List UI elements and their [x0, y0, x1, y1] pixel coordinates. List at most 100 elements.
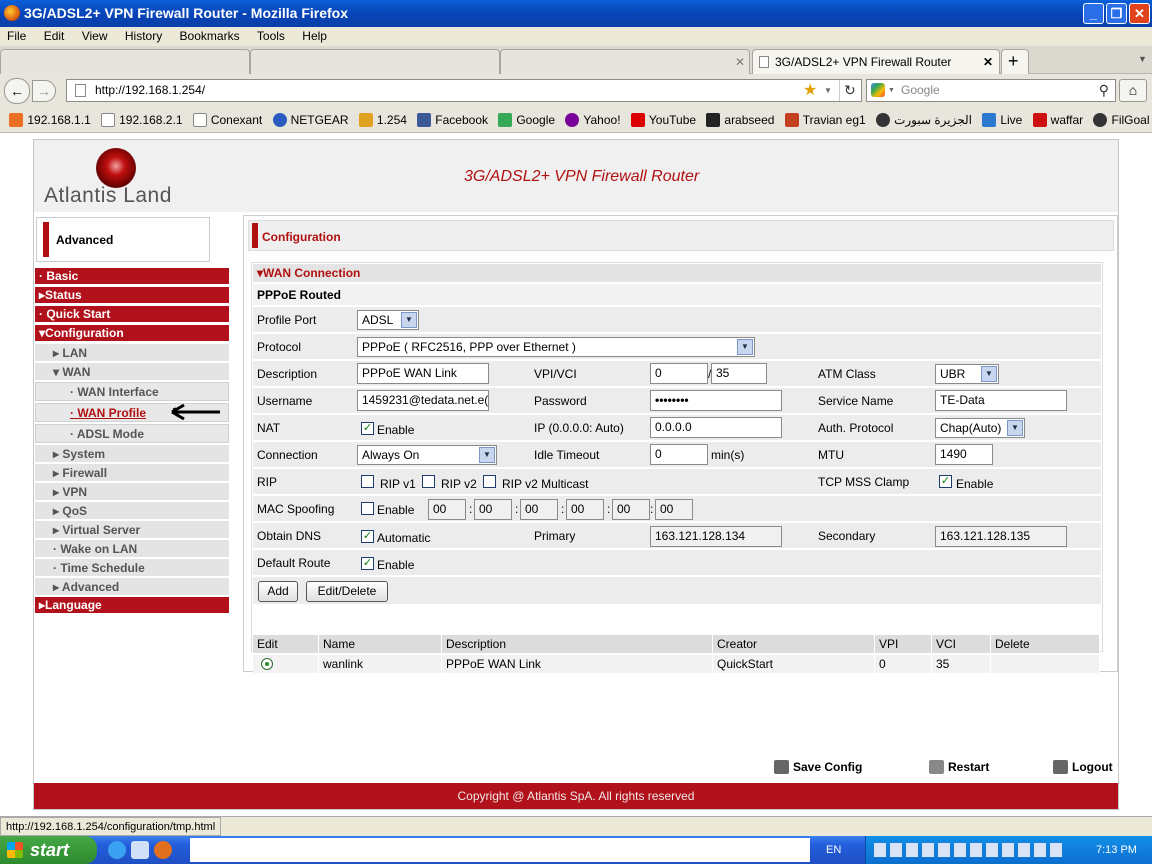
menu-history[interactable]: History: [118, 27, 169, 45]
profile-port-select[interactable]: ADSL ▼: [357, 310, 419, 330]
password-input[interactable]: ••••••••: [650, 390, 782, 411]
bookmark-item[interactable]: Google: [498, 107, 555, 132]
service-name-input[interactable]: TE-Data: [935, 390, 1067, 411]
nav-status[interactable]: ▸Status: [35, 287, 229, 304]
bookmark-item[interactable]: 192.168.1.1: [9, 107, 91, 132]
idle-timeout-input[interactable]: 0: [650, 444, 708, 465]
bookmark-item[interactable]: 1.254: [358, 107, 407, 132]
language-indicator[interactable]: EN: [826, 836, 841, 864]
mac-octet-2[interactable]: 00: [474, 499, 512, 520]
nav-advanced[interactable]: ▸ Advanced: [35, 578, 229, 596]
bookmark-item[interactable]: NETGEAR: [272, 107, 349, 132]
firefox-icon[interactable]: [154, 841, 172, 859]
bookmark-item[interactable]: الجزيرة سبورت: [876, 107, 972, 132]
bookmark-item[interactable]: Live: [982, 107, 1022, 132]
nav-wake-on-lan[interactable]: · Wake on LAN: [35, 540, 229, 558]
ip-input[interactable]: 0.0.0.0: [650, 417, 782, 438]
mac-spoofing-checkbox[interactable]: [361, 502, 374, 515]
vpi-input[interactable]: 0: [650, 363, 708, 384]
maximize-button[interactable]: ❐: [1106, 3, 1127, 24]
mac-octet-1[interactable]: 00: [428, 499, 466, 520]
mac-octet-5[interactable]: 00: [612, 499, 650, 520]
panel-title[interactable]: ▾WAN Connection: [253, 264, 1101, 282]
nav-configuration[interactable]: ▾Configuration: [35, 325, 229, 342]
mac-octet-4[interactable]: 00: [566, 499, 604, 520]
restart-button[interactable]: Restart: [929, 760, 989, 774]
nav-vpn[interactable]: ▸ VPN: [35, 483, 229, 501]
menu-help[interactable]: Help: [295, 27, 334, 45]
tcp-mss-enable-checkbox[interactable]: ✓: [939, 475, 952, 488]
logout-button[interactable]: Logout: [1053, 760, 1113, 774]
bookmark-item[interactable]: arabseed: [706, 107, 774, 132]
tab-inactive-1[interactable]: [0, 49, 250, 74]
tab-list-chevron-icon[interactable]: ▼: [1138, 54, 1147, 64]
minimize-button[interactable]: _: [1083, 3, 1104, 24]
home-button[interactable]: ⌂: [1119, 79, 1147, 102]
atm-class-select[interactable]: UBR ▼: [935, 364, 999, 384]
bookmark-star-icon[interactable]: ★: [803, 80, 817, 101]
mac-octet-6[interactable]: 00: [655, 499, 693, 520]
new-tab-button[interactable]: +: [1001, 49, 1029, 74]
save-config-button[interactable]: Save Config: [774, 760, 862, 774]
protocol-select[interactable]: PPPoE ( RFC2516, PPP over Ethernet ) ▼: [357, 337, 755, 357]
url-dropdown-icon[interactable]: ▼: [824, 80, 832, 101]
nav-lan[interactable]: ▸ LAN: [35, 344, 229, 362]
default-route-checkbox[interactable]: ✓: [361, 557, 374, 570]
forward-button[interactable]: →: [32, 80, 56, 102]
bookmark-item[interactable]: waffar: [1032, 107, 1083, 132]
nav-virtual-server[interactable]: ▸ Virtual Server: [35, 521, 229, 539]
ie-icon[interactable]: [108, 841, 126, 859]
tab-inactive-2[interactable]: [250, 49, 500, 74]
tab-inactive-3[interactable]: ✕: [500, 49, 750, 74]
back-button[interactable]: ←: [4, 78, 30, 104]
start-button[interactable]: start: [0, 836, 97, 864]
menu-edit[interactable]: Edit: [37, 27, 72, 45]
tab-active[interactable]: 3G/ADSL2+ VPN Firewall Router ✕: [752, 49, 1000, 74]
search-input[interactable]: ▼ Google ⚲: [866, 79, 1116, 102]
description-input[interactable]: PPPoE WAN Link: [357, 363, 489, 384]
rip-v2-multicast-checkbox[interactable]: [483, 475, 496, 488]
bookmark-item[interactable]: 192.168.2.1: [101, 107, 183, 132]
bookmark-item[interactable]: Facebook: [417, 107, 488, 132]
search-icon[interactable]: ⚲: [1099, 80, 1109, 101]
mac-octet-3[interactable]: 00: [520, 499, 558, 520]
nav-basic[interactable]: · Basic: [35, 268, 229, 285]
menu-view[interactable]: View: [75, 27, 115, 45]
menu-file[interactable]: File: [0, 27, 33, 45]
bookmark-item[interactable]: Yahoo!: [565, 107, 621, 132]
desktop-icon[interactable]: [131, 841, 149, 859]
nav-wan-interface[interactable]: · WAN Interface: [35, 382, 229, 401]
nav-quick-start[interactable]: · Quick Start: [35, 306, 229, 323]
bookmark-item[interactable]: Travian eg1: [784, 107, 866, 132]
bookmark-item[interactable]: Conexant: [192, 107, 262, 132]
bookmark-item[interactable]: YouTube: [630, 107, 696, 132]
tab-close-icon[interactable]: ✕: [983, 50, 993, 74]
secondary-dns-input[interactable]: 163.121.128.135: [935, 526, 1067, 547]
nav-language[interactable]: ▸Language: [35, 597, 229, 614]
nav-time-schedule[interactable]: · Time Schedule: [35, 559, 229, 577]
nav-wan[interactable]: ▾ WAN: [35, 363, 229, 381]
menu-bookmarks[interactable]: Bookmarks: [173, 27, 247, 45]
nav-system[interactable]: ▸ System: [35, 445, 229, 463]
auth-protocol-select[interactable]: Chap(Auto) ▼: [935, 418, 1025, 438]
tray-icons[interactable]: [874, 843, 1064, 857]
taskbar-input[interactable]: [190, 838, 810, 862]
nav-firewall[interactable]: ▸ Firewall: [35, 464, 229, 482]
mtu-input[interactable]: 1490: [935, 444, 993, 465]
nav-qos[interactable]: ▸ QoS: [35, 502, 229, 520]
nav-adsl-mode[interactable]: · ADSL Mode: [35, 424, 229, 443]
vci-input[interactable]: 35: [711, 363, 767, 384]
rip-v1-checkbox[interactable]: [361, 475, 374, 488]
url-bar[interactable]: http://192.168.1.254/ ★ ▼ ↻: [66, 79, 862, 102]
username-input[interactable]: 1459231@tedata.net.e(: [357, 390, 489, 411]
reload-icon[interactable]: ↻: [839, 80, 856, 101]
connection-select[interactable]: Always On ▼: [357, 445, 497, 465]
tab-close-icon[interactable]: ✕: [735, 50, 745, 74]
edit-radio[interactable]: [261, 658, 273, 670]
engine-dropdown-icon[interactable]: ▼: [888, 80, 895, 101]
menu-tools[interactable]: Tools: [250, 27, 292, 45]
primary-dns-input[interactable]: 163.121.128.134: [650, 526, 782, 547]
google-engine-icon[interactable]: [871, 83, 885, 97]
rip-v2-checkbox[interactable]: [422, 475, 435, 488]
bookmark-item[interactable]: FilGoal: [1093, 107, 1150, 132]
